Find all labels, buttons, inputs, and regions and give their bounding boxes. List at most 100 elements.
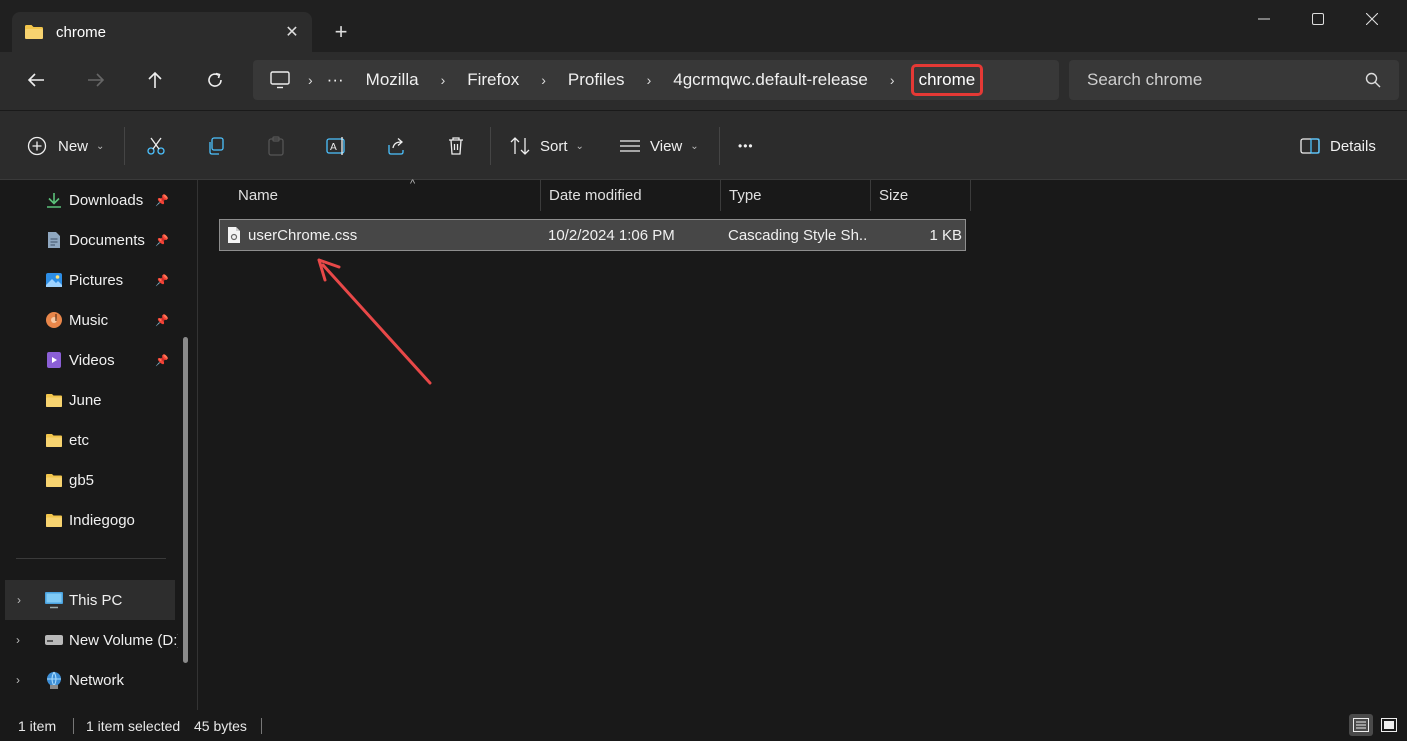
cut-button[interactable] [146, 128, 166, 164]
column-header-name[interactable]: Name ^ [230, 178, 541, 211]
chevron-right-icon[interactable]: › [441, 72, 446, 88]
sort-icon [510, 137, 530, 155]
title-bar: chrome ✕ + [0, 0, 1407, 52]
column-header-size[interactable]: Size [871, 180, 971, 211]
sidebar-divider [16, 558, 166, 559]
up-button[interactable] [135, 60, 175, 100]
more-options-button[interactable]: ••• [738, 128, 754, 164]
tiles-view-icon [1381, 718, 1397, 732]
annotation-arrow [317, 258, 432, 385]
back-button[interactable] [16, 60, 56, 100]
sidebar-item-pictures[interactable]: Pictures 📌 [0, 260, 178, 300]
sidebar-item-june[interactable]: June [0, 380, 178, 420]
drive-icon [44, 630, 64, 650]
pc-icon [44, 590, 64, 610]
sidebar-item-network[interactable]: › Network [0, 660, 178, 700]
sidebar-item-new-volume[interactable]: › New Volume (D:) [0, 620, 178, 660]
chevron-right-icon[interactable]: › [16, 633, 20, 647]
breadcrumb-overflow[interactable]: ··· [327, 70, 344, 90]
copy-button[interactable] [206, 128, 226, 164]
rename-button[interactable]: A [326, 128, 348, 164]
chevron-right-icon[interactable]: › [890, 72, 895, 88]
refresh-button[interactable] [195, 60, 235, 100]
details-button[interactable]: Details [1300, 128, 1376, 164]
arrow-right-icon [88, 73, 105, 87]
sidebar-item-videos[interactable]: Videos 📌 [0, 340, 178, 380]
scissors-icon [147, 137, 165, 155]
new-label: New [58, 137, 89, 155]
chevron-right-icon[interactable]: › [16, 673, 20, 687]
pin-icon[interactable]: 📌 [152, 314, 172, 327]
new-tab-button[interactable]: + [322, 14, 360, 50]
download-icon [44, 190, 64, 210]
monitor-icon [270, 71, 290, 89]
delete-button[interactable] [446, 128, 466, 164]
status-bar: 1 item 1 item selected 45 bytes [0, 710, 1407, 741]
navigation-pane: Downloads 📌 Documents 📌 Pictures 📌 Music… [0, 180, 198, 710]
details-view-toggle[interactable] [1349, 714, 1373, 736]
pin-icon[interactable]: 📌 [152, 194, 172, 207]
breadcrumb-current-chrome[interactable]: chrome [910, 64, 984, 96]
view-button[interactable]: View ⌄ [619, 128, 699, 164]
breadcrumb-profile-folder[interactable]: 4gcrmqwc.default-release [673, 70, 868, 90]
rename-icon: A [326, 137, 345, 155]
paste-button[interactable] [266, 128, 286, 164]
videos-icon [44, 350, 64, 370]
toolbar-divider [719, 127, 720, 165]
minimize-button[interactable] [1237, 0, 1291, 38]
sort-ascending-icon: ^ [410, 178, 416, 190]
address-bar[interactable]: › ··· Mozilla › Firefox › Profiles › 4gc… [253, 60, 1059, 100]
folder-icon [25, 25, 43, 39]
toolbar-divider [124, 127, 125, 165]
share-button[interactable] [386, 128, 406, 164]
search-input[interactable]: Search chrome [1087, 70, 1365, 90]
list-view-icon [620, 140, 640, 152]
selection-count: 1 item selected [86, 718, 181, 734]
close-icon [1366, 13, 1378, 25]
arrow-left-icon [27, 73, 44, 87]
column-header-type[interactable]: Type [721, 180, 871, 211]
pin-icon[interactable]: 📌 [152, 274, 172, 287]
file-list: Name ^ Date modified Type Size userChrom… [199, 178, 1407, 710]
chevron-right-icon[interactable]: › [17, 593, 21, 607]
sidebar-item-documents[interactable]: Documents 📌 [0, 220, 178, 260]
new-button[interactable]: New ⌄ [27, 128, 104, 164]
sidebar-item-music[interactable]: Music 📌 [0, 300, 178, 340]
file-date: 10/2/2024 1:06 PM [548, 226, 675, 244]
sidebar-item-indiegogo[interactable]: Indiegogo [0, 500, 178, 540]
pin-icon[interactable]: 📌 [152, 234, 172, 247]
svg-text:A: A [330, 142, 337, 153]
toolbar-divider [490, 127, 491, 165]
search-box[interactable]: Search chrome [1069, 60, 1399, 100]
trash-icon [449, 137, 463, 155]
folder-icon [44, 430, 64, 450]
column-header-date-modified[interactable]: Date modified [541, 180, 721, 211]
css-file-icon [227, 220, 247, 250]
sort-button[interactable]: Sort ⌄ [509, 128, 584, 164]
sidebar-item-gb5[interactable]: gb5 [0, 460, 178, 500]
sidebar-item-etc[interactable]: etc [0, 420, 178, 460]
maximize-button[interactable] [1291, 0, 1345, 38]
network-icon [44, 670, 64, 690]
tiles-view-toggle[interactable] [1377, 714, 1401, 736]
active-tab[interactable]: chrome ✕ [12, 12, 312, 52]
document-icon [44, 230, 64, 250]
file-size: 1 KB [929, 226, 962, 244]
breadcrumb-firefox[interactable]: Firefox [467, 70, 519, 90]
folder-icon [44, 510, 64, 530]
chevron-down-icon: ⌄ [690, 140, 699, 152]
tab-close-button[interactable]: ✕ [272, 12, 312, 52]
chevron-right-icon[interactable]: › [541, 72, 546, 88]
close-window-button[interactable] [1345, 0, 1399, 38]
folder-icon [44, 390, 64, 410]
chevron-right-icon[interactable]: › [647, 72, 652, 88]
breadcrumb-mozilla[interactable]: Mozilla [366, 70, 419, 90]
sidebar-scrollbar[interactable] [183, 337, 188, 663]
chevron-down-icon: ⌄ [96, 140, 105, 152]
view-label: View [650, 137, 683, 155]
pin-icon[interactable]: 📌 [152, 354, 172, 367]
sidebar-item-this-pc[interactable]: › This PC [5, 580, 175, 620]
forward-button[interactable] [76, 60, 116, 100]
sidebar-item-downloads[interactable]: Downloads 📌 [0, 180, 178, 220]
breadcrumb-profiles[interactable]: Profiles [568, 70, 625, 90]
